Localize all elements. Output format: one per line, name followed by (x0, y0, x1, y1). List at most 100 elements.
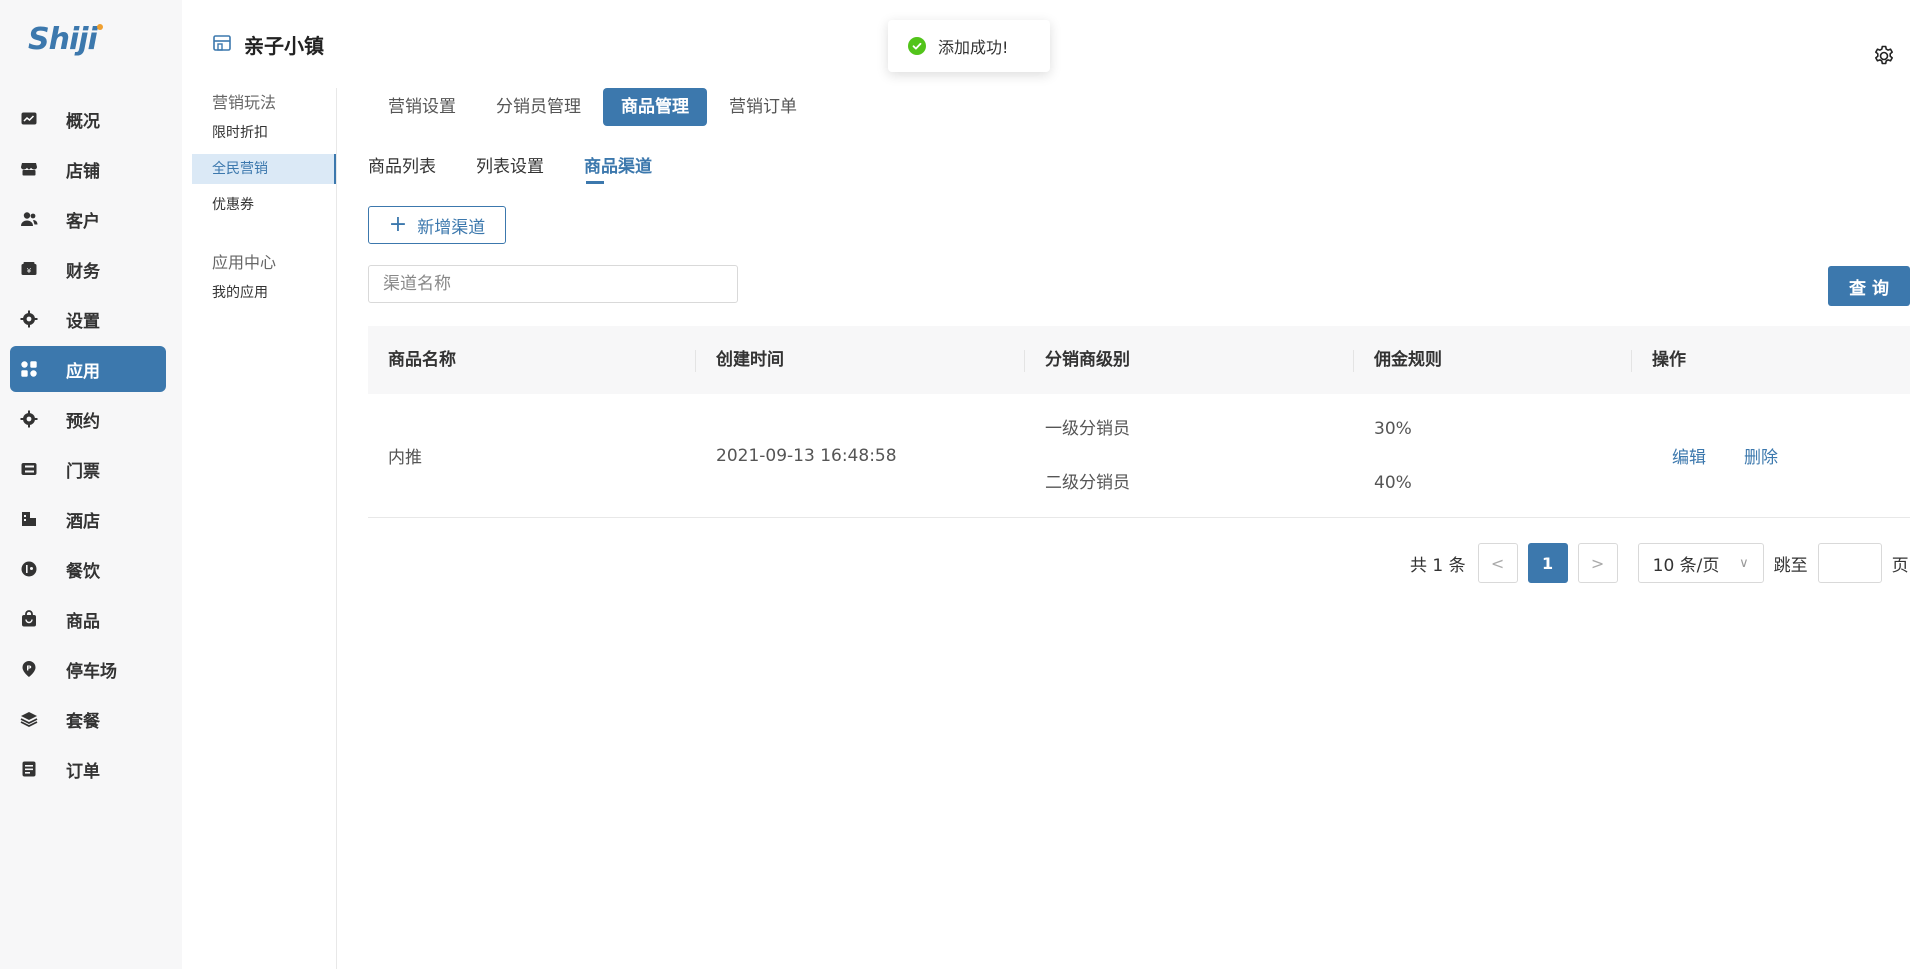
pagination: 共 1 条 < 1 > 10 条/页 ∨ 跳至 页 (1410, 543, 1909, 583)
gear-icon (20, 410, 38, 428)
sidebar-item-4[interactable]: 设置 (10, 296, 166, 342)
logo-dot (96, 24, 103, 30)
tab-marketing-settings[interactable]: 营销设置 (370, 88, 474, 126)
store-icon (20, 160, 38, 178)
edit-link[interactable]: 编辑 (1672, 443, 1706, 468)
jump-page-input[interactable] (1817, 543, 1882, 583)
cell-distributor-levels: 一级分销员 二级分销员 (1025, 394, 1354, 517)
sidebar-item-13[interactable]: 订单 (10, 746, 166, 792)
next-page-button[interactable]: > (1577, 543, 1618, 583)
add-channel-button[interactable]: + 新增渠道 (368, 206, 506, 244)
sidebar-item-label: 预约 (66, 411, 100, 432)
sidebar-item-label: 套餐 (66, 711, 100, 732)
shiji-logo[interactable]: Shiji (28, 22, 103, 57)
page-size-value: 10 条/页 (1652, 555, 1720, 576)
sidebar-item-11[interactable]: P 停车场 (10, 646, 166, 692)
check-circle-icon (908, 37, 926, 55)
th-created-time: 创建时间 (696, 326, 1025, 394)
tab-marketing-orders[interactable]: 营销订单 (711, 88, 815, 126)
subtab-list-settings[interactable]: 列表设置 (476, 152, 544, 184)
success-toast: 添加成功! (888, 20, 1050, 72)
sidebar-item-7[interactable]: 门票 (10, 446, 166, 492)
sidebar-item-5[interactable]: 应用 (10, 346, 166, 392)
prev-page-button[interactable]: < (1477, 543, 1518, 583)
th-commission-rule: 佣金规则 (1354, 326, 1632, 394)
sidebar-item-12[interactable]: 套餐 (10, 696, 166, 742)
settings-gear-icon[interactable] (1872, 44, 1896, 68)
channel-name-input[interactable] (368, 265, 738, 303)
cell-commission-rules: 30% 40% (1354, 394, 1632, 517)
level-1: 一级分销员 (1045, 418, 1130, 439)
sidebar-item-1[interactable]: 店铺 (10, 146, 166, 192)
tab-distributor-mgmt[interactable]: 分销员管理 (478, 88, 599, 126)
sidebar-item-label: 订单 (66, 761, 100, 782)
sidebar-item-label: 餐饮 (66, 561, 100, 582)
gear-icon (20, 310, 38, 328)
sidebar-item-label: 设置 (66, 311, 100, 332)
chevron-left-icon: < (1490, 553, 1505, 573)
bag-icon (20, 610, 38, 628)
cell-created-time: 2021-09-13 16:48:58 (716, 445, 897, 466)
subtab-product-channels[interactable]: 商品渠道 (584, 152, 652, 184)
delete-link[interactable]: 删除 (1744, 443, 1778, 468)
sidebar-item-9[interactable]: 餐饮 (10, 546, 166, 592)
parking-icon: P (20, 660, 38, 678)
table-row: 内推 2021-09-13 16:48:58 一级分销员 二级分销员 30% 4… (368, 394, 1910, 518)
secondary-nav: 营销玩法 限时折扣 全民营销 优惠券 应用中心 我的应用 (192, 88, 336, 314)
sidebar-item-label: 店铺 (66, 161, 100, 182)
wallet-icon: ¥ (20, 260, 38, 278)
sidebar-item-0[interactable]: 概况 (10, 96, 166, 142)
store-icon (212, 33, 232, 57)
svg-text:¥: ¥ (27, 267, 32, 275)
subnav-group-app-center: 应用中心 (212, 253, 277, 272)
page-size-select[interactable]: 10 条/页 ∨ (1637, 543, 1764, 583)
th-product-name: 商品名称 (368, 326, 696, 394)
hotel-icon (20, 510, 38, 528)
sidebar-item-6[interactable]: 预约 (10, 396, 166, 442)
sidebar-item-3[interactable]: ¥ 财务 (10, 246, 166, 292)
subtab-product-list[interactable]: 商品列表 (368, 152, 436, 184)
level-2: 二级分销员 (1045, 472, 1130, 493)
th-distributor-level: 分销商级别 (1025, 326, 1354, 394)
sidebar-item-2[interactable]: 客户 (10, 196, 166, 242)
ticket-icon (20, 460, 38, 478)
plus-icon: + (388, 212, 408, 237)
sidebar-item-label: 客户 (66, 211, 100, 232)
channel-table: 商品名称 创建时间 分销商级别 佣金规则 操作 内推 2021-09-13 16… (368, 326, 1910, 518)
sidebar-item-label: 商品 (66, 611, 100, 632)
jump-unit: 页 (1891, 555, 1909, 576)
subnav-item-all-marketing[interactable]: 全民营销 (192, 154, 336, 184)
sidebar: Shiji 概况店铺客户 ¥ 财务设置应用预约门票酒店餐饮商品 P 停车场套餐订单 (0, 0, 182, 969)
subnav-group-marketing: 营销玩法 (212, 93, 277, 112)
table-header: 商品名称 创建时间 分销商级别 佣金规则 操作 (368, 326, 1910, 394)
subnav-item-coupon[interactable]: 优惠券 (192, 190, 336, 220)
total-count: 共 1 条 (1410, 555, 1466, 576)
cell-actions: 编辑 删除 (1632, 394, 1910, 517)
th-actions: 操作 (1652, 350, 1686, 370)
store-title: 亲子小镇 (244, 34, 324, 58)
svg-text:P: P (26, 665, 31, 673)
toast-message: 添加成功! (938, 38, 1009, 57)
logo-text: Shiji (28, 22, 98, 57)
users-icon (20, 210, 38, 228)
sidebar-item-label: 财务 (66, 261, 100, 282)
store-header: 亲子小镇 (212, 30, 324, 59)
column-divider (336, 88, 337, 969)
chevron-down-icon: ∨ (1739, 555, 1749, 571)
add-channel-label: 新增渠道 (417, 217, 486, 238)
page-1-button[interactable]: 1 (1527, 543, 1568, 583)
tab-product-mgmt[interactable]: 商品管理 (603, 88, 707, 126)
sidebar-item-label: 酒店 (66, 511, 100, 532)
sidebar-item-label: 应用 (66, 361, 100, 382)
subnav-item-my-apps[interactable]: 我的应用 (192, 278, 336, 308)
sidebar-item-8[interactable]: 酒店 (10, 496, 166, 542)
query-button[interactable]: 查询 (1828, 266, 1910, 306)
sidebar-item-label: 概况 (66, 111, 100, 132)
chart-icon (20, 110, 38, 128)
subnav-item-discount[interactable]: 限时折扣 (192, 118, 336, 148)
rule-1: 30% (1374, 418, 1412, 439)
sidebar-nav: 概况店铺客户 ¥ 财务设置应用预约门票酒店餐饮商品 P 停车场套餐订单 (10, 96, 166, 796)
sidebar-item-10[interactable]: 商品 (10, 596, 166, 642)
rule-2: 40% (1374, 472, 1412, 493)
order-icon (20, 760, 38, 778)
